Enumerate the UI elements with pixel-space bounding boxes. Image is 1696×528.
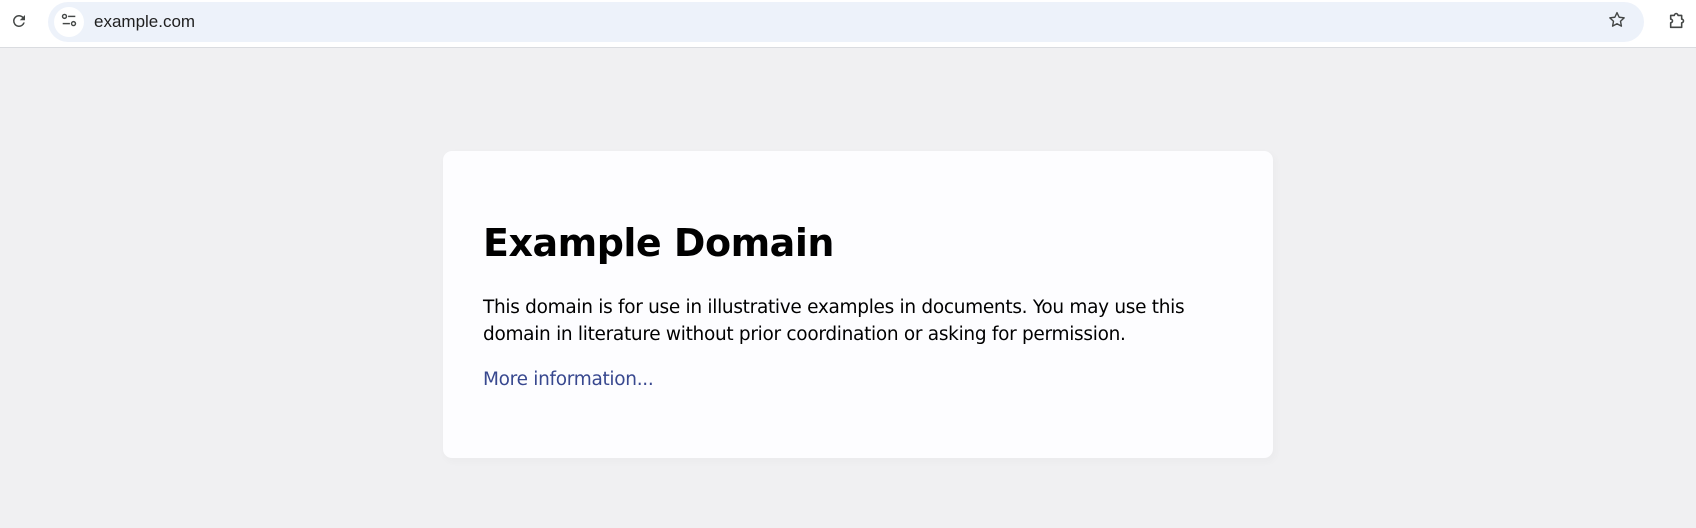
extensions-button[interactable] [1662,6,1694,38]
bookmark-button[interactable] [1602,7,1632,37]
puzzle-icon [1667,9,1689,35]
more-info-paragraph: More information... [483,366,1233,393]
page-title: Example Domain [483,221,834,265]
page-description: This domain is for use in illustrative e… [483,297,1185,345]
more-information-link[interactable]: More information... [483,369,654,390]
star-icon [1607,10,1627,34]
url-text[interactable]: example.com [94,2,195,42]
content-card: Example Domain This domain is for use in… [443,151,1273,458]
reload-icon [10,12,28,34]
tune-icon [60,11,78,33]
site-info-button[interactable] [54,7,84,37]
browser-toolbar: example.com [0,0,1696,48]
reload-button[interactable] [4,8,34,38]
address-bar[interactable]: example.com [48,2,1644,42]
